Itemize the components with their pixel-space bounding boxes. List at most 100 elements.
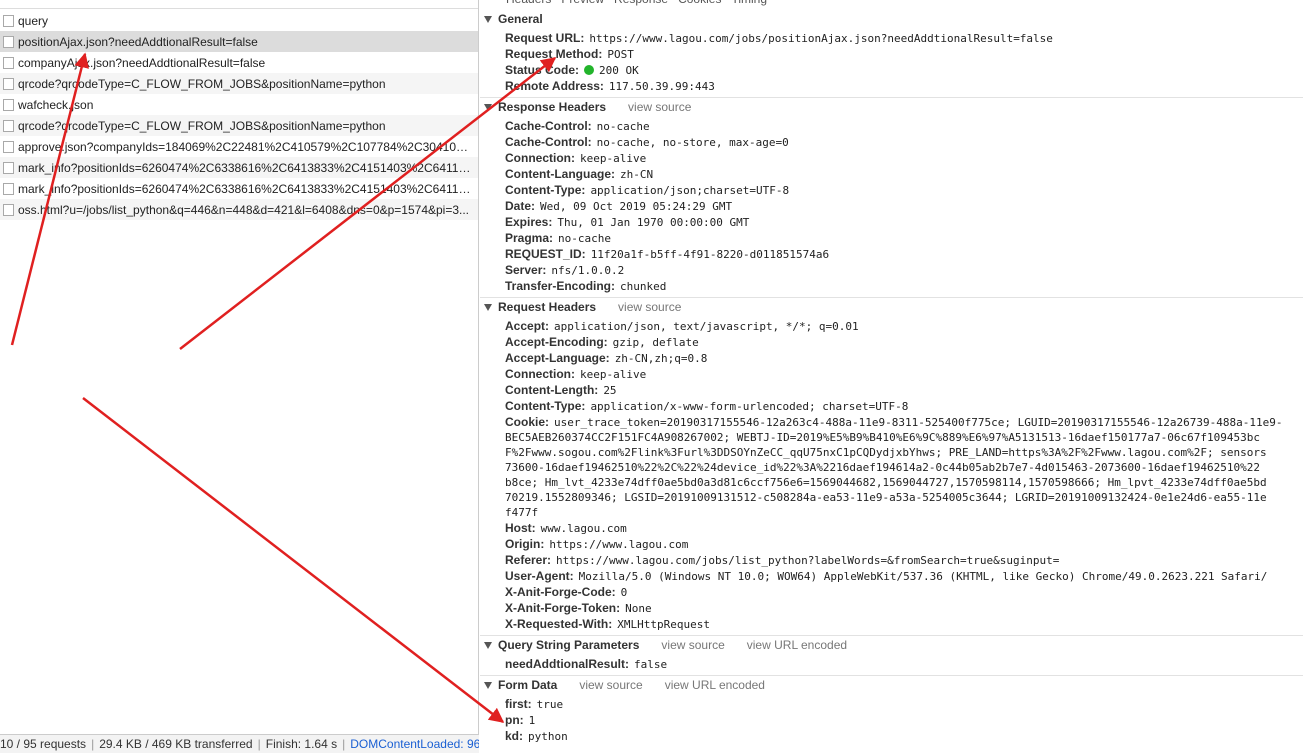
cookie-line: f477f (505, 506, 539, 519)
header-key: Content-Type: (505, 399, 586, 413)
request-row[interactable]: companyAjax.json?needAddtionalResult=fal… (0, 52, 478, 73)
header-key: Pragma: (505, 231, 554, 245)
header-key: Referer: (505, 553, 552, 567)
tab-preview[interactable]: Preview (561, 0, 604, 6)
request-name: wafcheck.json (18, 97, 94, 112)
request-name: qrcode?qrcodeType=C_FLOW_FROM_JOBS&posit… (18, 118, 386, 133)
header-key: Connection: (505, 367, 575, 381)
response-headers-section-header[interactable]: Response Headers view source (480, 99, 1303, 115)
header-value: application/json, text/javascript, */*; … (554, 319, 859, 333)
header-value: application/x-www-form-urlencoded; chars… (590, 399, 909, 413)
status-separator: | (257, 737, 261, 751)
header-key: first: (505, 697, 532, 711)
header-value: python (528, 729, 568, 743)
request-row[interactable]: approve.json?companyIds=184069%2C22481%2… (0, 136, 478, 157)
status-transferred: 29.4 KB / 469 KB transferred (99, 737, 253, 751)
header-value: true (536, 697, 564, 711)
status-requests: 10 / 95 requests (0, 737, 87, 751)
request-type-icon (3, 77, 14, 90)
cookie-line: 73600-16daef19462510%22%2C%22%24device_i… (505, 461, 1260, 474)
detail-tabs: Headers Preview Response Cookies Timing (480, 0, 1303, 6)
view-url-encoded-link[interactable]: view URL encoded (665, 678, 765, 692)
status-finish: Finish: 1.64 s (265, 737, 338, 751)
collapse-triangle-icon[interactable] (484, 15, 492, 23)
form-data-section-header[interactable]: Form Data view source view URL encoded (480, 677, 1303, 693)
tab-timing[interactable]: Timing (731, 0, 767, 6)
view-source-link[interactable]: view source (628, 100, 691, 114)
query-params-section-header[interactable]: Query String Parameters view source view… (480, 637, 1303, 653)
response-header-line: REQUEST_ID: 11f20a1f-b5ff-4f91-8220-d0118… (505, 246, 829, 262)
request-row[interactable]: wafcheck.json (0, 94, 478, 115)
collapse-triangle-icon[interactable] (484, 681, 492, 689)
tab-cookies[interactable]: Cookies (678, 0, 721, 6)
header-value: www.lagou.com (540, 521, 627, 535)
status-ok-dot-icon (584, 65, 595, 75)
cookie-line: b8ce; Hm_lvt_4233e74dff0ae5bd0a3d81c6ccf… (505, 476, 1267, 489)
response-header-line: Content-Type: application/json;charset=UT… (505, 182, 789, 198)
collapse-triangle-icon[interactable] (484, 641, 492, 649)
request-header-line: Content-Type: application/x-www-form-urle… (505, 398, 908, 414)
status-domcontentloaded[interactable]: DOMContentLoaded: 962... (350, 737, 479, 751)
tab-headers[interactable]: Headers (506, 0, 551, 6)
cookie-line: F%2Fwww.sogou.com%2Flink%3Furl%3DDSOYnZe… (505, 446, 1267, 459)
request-row[interactable]: mark_info?positionIds=6260474%2C6338616%… (0, 157, 478, 178)
header-value: Mozilla/5.0 (Windows NT 10.0; WOW64) App… (578, 569, 1268, 583)
tab-response[interactable]: Response (614, 0, 668, 6)
request-row[interactable]: positionAjax.json?needAddtionalResult=fa… (0, 31, 478, 52)
request-header-line: Accept-Language: zh-CN,zh;q=0.8 (505, 350, 707, 366)
request-type-icon (3, 182, 14, 195)
header-value: zh-CN,zh;q=0.8 (614, 351, 708, 365)
response-header-line: Connection: keep-alive (505, 150, 646, 166)
section-divider (480, 297, 1303, 298)
header-key: Accept: (505, 319, 550, 333)
request-row[interactable]: mark_info?positionIds=6260474%2C6338616%… (0, 178, 478, 199)
header-key: Cache-Control: (505, 119, 592, 133)
header-value: https://www.lagou.com/jobs/list_python?l… (556, 553, 1060, 567)
request-header-line: X-Anit-Forge-Code: 0 (505, 584, 627, 600)
header-key: Accept-Encoding: (505, 335, 608, 349)
request-type-icon (3, 56, 14, 69)
header-value: no-cache, no-store, max-age=0 (596, 135, 789, 149)
request-header-line: X-Requested-With: XMLHttpRequest (505, 616, 710, 632)
network-status-bar: 10 / 95 requests | 29.4 KB / 469 KB tran… (0, 734, 479, 753)
collapse-triangle-icon[interactable] (484, 303, 492, 311)
header-value: https://www.lagou.com (549, 537, 689, 551)
view-source-link[interactable]: view source (661, 638, 724, 652)
request-name: oss.html?u=/jobs/list_python&q=446&n=448… (18, 202, 470, 217)
header-value: keep-alive (580, 367, 647, 381)
header-key: Accept-Language: (505, 351, 610, 365)
response-header-line: Pragma: no-cache (505, 230, 611, 246)
general-section-header[interactable]: General (480, 11, 1303, 27)
header-key: REQUEST_ID: (505, 247, 586, 261)
header-key: X-Anit-Forge-Code: (505, 585, 616, 599)
list-top-divider (0, 8, 478, 9)
header-cookie: Cookie: user_trace_token=20190317155546-… (505, 415, 1283, 429)
view-url-encoded-link[interactable]: view URL encoded (747, 638, 847, 652)
header-key: Expires: (505, 215, 553, 229)
collapse-triangle-icon[interactable] (484, 103, 492, 111)
request-headers-section-header[interactable]: Request Headers view source (480, 299, 1303, 315)
header-value: nfs/1.0.0.2 (551, 263, 625, 277)
view-source-link[interactable]: view source (618, 300, 681, 314)
status-separator: | (91, 737, 95, 751)
header-value: 11f20a1f-b5ff-4f91-8220-d011851574a6 (590, 247, 830, 261)
request-name: mark_info?positionIds=6260474%2C6338616%… (18, 160, 473, 175)
request-row[interactable]: oss.html?u=/jobs/list_python&q=446&n=448… (0, 199, 478, 220)
request-row[interactable]: qrcode?qrcodeType=C_FLOW_FROM_JOBS&posit… (0, 115, 478, 136)
response-header-line: Server: nfs/1.0.0.2 (505, 262, 624, 278)
request-header-line: Referer: https://www.lagou.com/jobs/list_… (505, 552, 1059, 568)
section-title: Form Data (498, 678, 558, 692)
general-remote-address: Remote Address: 117.50.39.99:443 (505, 79, 715, 93)
header-key: Date: (505, 199, 536, 213)
header-key: X-Anit-Forge-Token: (505, 601, 621, 615)
request-type-icon (3, 161, 14, 174)
header-key: X-Requested-With: (505, 617, 613, 631)
view-source-link[interactable]: view source (579, 678, 642, 692)
request-row[interactable]: query (0, 10, 478, 31)
header-value: no-cache (558, 231, 612, 245)
request-type-icon (3, 14, 14, 27)
request-header-line: Connection: keep-alive (505, 366, 646, 382)
header-value: zh-CN (620, 167, 654, 181)
request-header-line: Origin: https://www.lagou.com (505, 536, 688, 552)
request-row[interactable]: qrcode?qrcodeType=C_FLOW_FROM_JOBS&posit… (0, 73, 478, 94)
